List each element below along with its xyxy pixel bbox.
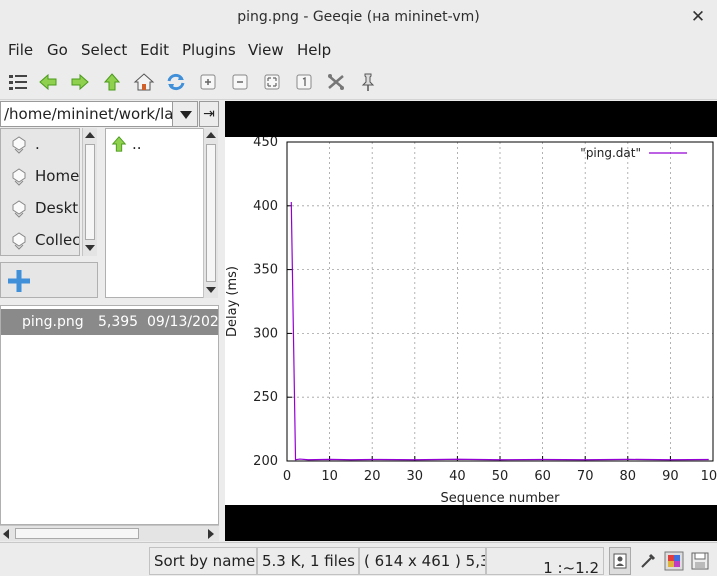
bookmark-item-collections[interactable]: Collections	[7, 229, 80, 253]
close-icon[interactable]: ✕	[689, 7, 707, 27]
x-tick-label: 30	[407, 469, 424, 484]
toolbar	[0, 64, 717, 100]
list-view-icon[interactable]	[7, 72, 29, 92]
status-image-dimensions: ( 614 x 461 ) 5,3	[359, 547, 486, 575]
menu-go[interactable]: Go	[47, 41, 68, 59]
bookmark-label: Collections	[35, 231, 80, 249]
home-icon[interactable]	[133, 72, 155, 92]
image-view[interactable]: 0 10 20 30 40 50 60 70 80 90 100 200 250 300 350 400 450…	[225, 101, 717, 541]
file-name: ping.png	[22, 314, 84, 330]
bookmark-icon	[12, 168, 26, 186]
menu-edit[interactable]: Edit	[140, 41, 169, 59]
x-tick-label: 50	[492, 469, 509, 484]
directory-scrollbar[interactable]	[203, 128, 218, 298]
file-size: 5,395	[98, 314, 139, 330]
y-tick-label: 300	[253, 326, 278, 341]
bookmarks-scrollbar[interactable]	[82, 128, 97, 256]
status-bar: Sort by name 5.3 K, 1 files ( ( 614 x 46…	[0, 542, 717, 576]
x-tick-label: 80	[620, 469, 637, 484]
path-input[interactable]: /home/mininet/work/lab	[0, 101, 198, 127]
person-icon	[613, 553, 627, 569]
forward-icon[interactable]	[69, 72, 91, 92]
file-row[interactable]: ping.png 5,395 09/13/2023	[1, 309, 219, 335]
x-axis-label: Sequence number	[441, 491, 561, 505]
scroll-down-icon[interactable]	[83, 241, 97, 255]
directory-list: ..	[105, 128, 218, 298]
bookmark-item-home[interactable]: Home	[7, 165, 80, 189]
menu-select[interactable]: Select	[81, 41, 127, 59]
bookmark-icon	[12, 136, 26, 154]
x-tick-label: 60	[534, 469, 551, 484]
bookmark-icon	[12, 200, 26, 218]
color-profile-icon[interactable]	[664, 551, 684, 571]
menu-plugins[interactable]: Plugins	[182, 41, 236, 59]
menu-view[interactable]: View	[248, 41, 284, 59]
y-tick-label: 250	[253, 390, 278, 405]
bookmark-icon	[12, 232, 26, 250]
x-tick-label: 70	[577, 469, 594, 484]
float-pin-icon[interactable]	[357, 72, 379, 92]
refresh-icon[interactable]	[165, 72, 187, 92]
x-tick-label: 90	[662, 469, 679, 484]
title-bar: ping.png - Geeqie (на mininet-vm) ✕	[0, 0, 717, 36]
zoom-fit-icon[interactable]	[261, 72, 283, 92]
info-sidebar-toggle[interactable]	[609, 547, 631, 575]
x-tick-label: 20	[364, 469, 381, 484]
bookmark-label: .	[35, 135, 40, 153]
file-list: ping.png 5,395 09/13/2023	[0, 305, 219, 525]
menu-bar: File Go Select Edit Plugins View Help	[0, 36, 717, 64]
ping-chart: 0 10 20 30 40 50 60 70 80 90 100 200 250 300 350 400 450…	[225, 135, 717, 506]
menu-help[interactable]: Help	[297, 41, 331, 59]
scroll-up-icon[interactable]	[83, 128, 97, 142]
series-line	[290, 201, 709, 461]
scroll-right-icon[interactable]	[203, 526, 217, 542]
scroll-up-icon[interactable]	[204, 128, 218, 142]
bookmarks-pane: . Home Desktop Collections	[0, 128, 80, 256]
file-date: 09/13/2023	[147, 314, 219, 330]
preferences-icon[interactable]	[325, 72, 347, 92]
window-title: ping.png - Geeqie (на mininet-vm)	[237, 9, 480, 25]
scroll-down-icon[interactable]	[204, 283, 218, 297]
y-tick-label: 450	[253, 137, 278, 150]
status-zoom: 1 :~1.2	[486, 547, 604, 575]
back-icon[interactable]	[37, 72, 59, 92]
x-tick-label: 0	[283, 469, 291, 484]
bookmark-item-dot[interactable]: .	[7, 133, 79, 157]
scroll-thumb[interactable]	[15, 528, 139, 539]
bookmark-label: Desktop	[35, 199, 79, 217]
x-tick-label: 10	[321, 469, 338, 484]
bookmark-item-desktop[interactable]: Desktop	[7, 197, 79, 221]
up-icon[interactable]	[101, 72, 123, 92]
save-icon[interactable]	[690, 551, 710, 571]
scroll-thumb[interactable]	[85, 144, 95, 240]
path-go-button[interactable]: ⇥	[199, 101, 219, 127]
status-file-counts: 5.3 K, 1 files (	[257, 547, 359, 575]
path-dropdown-button[interactable]	[172, 101, 198, 127]
up-arrow-icon	[111, 136, 127, 152]
color-picker-icon[interactable]	[639, 552, 657, 570]
zoom-out-icon[interactable]	[229, 72, 251, 92]
dir-item-parent[interactable]: ..	[110, 135, 210, 155]
add-bookmark-button[interactable]	[0, 262, 98, 298]
bookmark-label: Home	[35, 167, 80, 185]
scroll-left-icon[interactable]	[0, 526, 14, 542]
dir-item-label: ..	[132, 135, 142, 153]
y-tick-label: 200	[253, 454, 278, 469]
y-axis-label: Delay (ms)	[225, 266, 240, 337]
zoom-in-icon[interactable]	[197, 72, 219, 92]
menu-file[interactable]: File	[8, 41, 33, 59]
scroll-thumb[interactable]	[206, 144, 216, 282]
x-tick-label: 100	[701, 469, 717, 484]
y-tick-label: 400	[253, 199, 278, 214]
zoom-1-1-icon[interactable]	[293, 72, 315, 92]
sort-button[interactable]: Sort by name	[149, 547, 257, 575]
x-tick-label: 40	[449, 469, 466, 484]
y-tick-label: 350	[253, 263, 278, 278]
plus-icon	[8, 270, 30, 292]
file-list-hscrollbar[interactable]	[0, 525, 219, 541]
legend-label: "ping.dat"	[580, 146, 641, 160]
image-canvas: 0 10 20 30 40 50 60 70 80 90 100 200 250 300 350 400 450…	[225, 135, 717, 506]
